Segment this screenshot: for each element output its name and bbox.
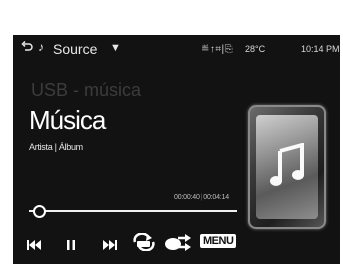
temperature: 28°C xyxy=(245,44,266,54)
status-icons: ≝↑⌗|⎘ xyxy=(201,44,234,55)
artist-album: Artista | Álbum xyxy=(29,142,83,152)
back-icon[interactable] xyxy=(21,40,33,56)
pause-icon xyxy=(67,240,75,250)
next-icon xyxy=(103,240,117,250)
progress-bar[interactable] xyxy=(29,210,237,212)
elapsed-time: 00:00:40 xyxy=(174,194,200,201)
source-dropdown-label[interactable]: Source xyxy=(53,41,97,57)
pause-button[interactable] xyxy=(67,237,75,255)
top-bar: ♪ Source ▼ ≝↑⌗|⎘ 28°C 10:14 PM xyxy=(13,35,340,63)
album-art xyxy=(248,105,326,229)
clock: 10:14 PM xyxy=(301,44,340,54)
previous-icon xyxy=(27,240,41,250)
playback-controls: MENU xyxy=(13,231,340,259)
shuffle-button[interactable] xyxy=(164,233,192,256)
repeat-button[interactable] xyxy=(131,232,157,256)
track-title: Música xyxy=(29,105,106,135)
menu-button[interactable]: MENU xyxy=(200,234,237,248)
album-art-inner xyxy=(256,115,318,219)
repeat-icon xyxy=(133,232,155,252)
music-note-small-icon: ♪ xyxy=(38,40,44,54)
source-name-faded: USB - música xyxy=(31,80,142,100)
infotainment-screen: ♪ Source ▼ ≝↑⌗|⎘ 28°C 10:14 PM USB - mús… xyxy=(13,35,340,264)
progress-knob[interactable] xyxy=(33,205,47,218)
time-readout: 00:00:40|00:04:14 xyxy=(174,194,229,201)
shuffle-icon xyxy=(165,234,191,251)
previous-button[interactable] xyxy=(27,237,41,255)
caret-down-icon[interactable]: ▼ xyxy=(110,42,121,54)
total-time: 00:04:14 xyxy=(203,194,229,201)
next-button[interactable] xyxy=(103,237,117,255)
music-note-icon xyxy=(268,142,306,192)
